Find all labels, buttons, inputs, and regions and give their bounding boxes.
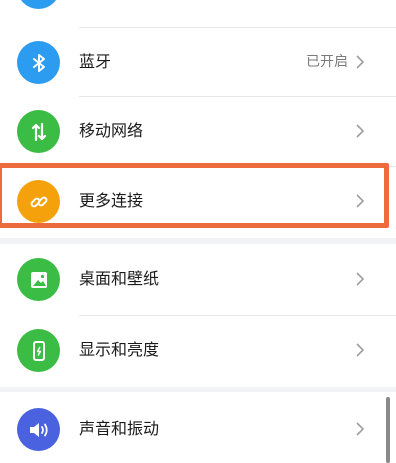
settings-group-sound: 声音和振动 [0, 392, 396, 463]
wallpaper-icon [17, 258, 60, 301]
settings-item-label: 桌面和壁纸 [79, 269, 160, 288]
settings-row-wallpaper[interactable]: 桌面和壁纸 [0, 244, 396, 315]
settings-item-label: 蓝牙 [79, 52, 112, 71]
mobile-data-icon [17, 110, 60, 153]
chevron-right-icon [356, 55, 365, 69]
settings-group-display: 桌面和壁纸 显示和亮度 [0, 244, 396, 387]
bluetooth-status: 已开启 [306, 54, 348, 70]
settings-row-bluetooth[interactable]: 蓝牙 已开启 [0, 27, 396, 98]
partial-icon [17, 0, 60, 9]
settings-item-label: 声音和振动 [79, 419, 160, 438]
scrollbar[interactable] [386, 397, 390, 463]
bluetooth-icon [17, 41, 60, 84]
settings-row-mobile-network[interactable]: 移动网络 [0, 96, 396, 167]
settings-row-sound[interactable]: 声音和振动 [0, 392, 396, 463]
chevron-right-icon [356, 272, 365, 286]
display-icon [17, 329, 60, 372]
chevron-right-icon [356, 422, 365, 436]
sound-icon [17, 408, 60, 451]
settings-row-partial[interactable] [0, 0, 396, 23]
settings-item-label: 移动网络 [79, 121, 144, 140]
settings-row-display[interactable]: 显示和亮度 [0, 315, 396, 386]
highlight-box [0, 163, 389, 228]
chevron-right-icon [356, 343, 365, 357]
chevron-right-icon [356, 124, 365, 138]
settings-item-label: 显示和亮度 [79, 340, 160, 359]
